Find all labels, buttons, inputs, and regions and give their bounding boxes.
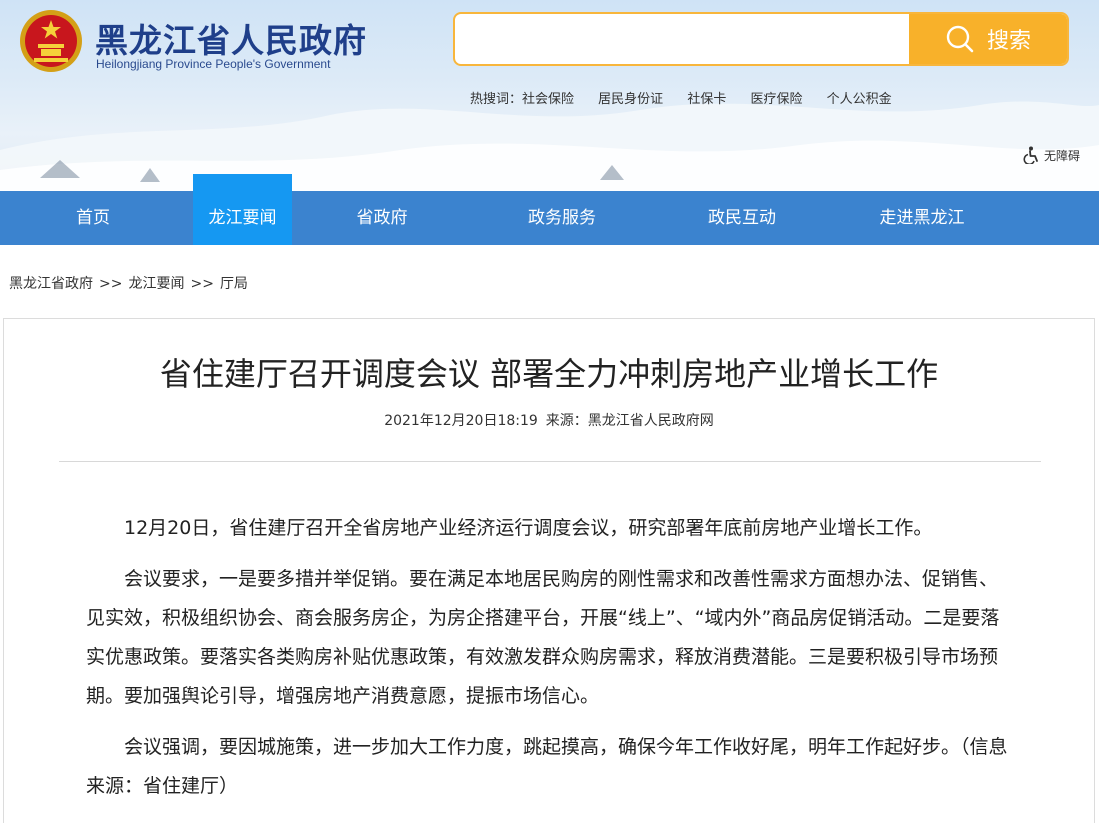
search-input[interactable] bbox=[455, 14, 911, 64]
breadcrumb-separator: >> bbox=[99, 276, 123, 292]
article-source: 来源：黑龙江省人民政府网 bbox=[545, 413, 714, 429]
search-box: 搜索 bbox=[453, 12, 1069, 66]
nav-item-interaction[interactable]: 政民互动 bbox=[687, 191, 797, 245]
header-banner: 黑龙江省人民政府 Heilongjiang Province People's … bbox=[0, 0, 1099, 191]
search-icon bbox=[946, 25, 974, 53]
national-emblem-icon bbox=[20, 10, 82, 72]
breadcrumb-link[interactable]: 龙江要闻 bbox=[128, 276, 184, 292]
hot-search-words: 热搜词：社会保险 居民身份证 社保卡 医疗保险 个人公积金 bbox=[470, 88, 912, 107]
hotwords-group: 热搜词：社会保险 bbox=[470, 92, 574, 107]
article-paragraph: 会议要求，一是要多措并举促销。要在满足本地居民购房的刚性需求和改善性需求方面想办… bbox=[86, 568, 1000, 707]
article-container: 省住建厅召开调度会议 部署全力冲刺房地产业增长工作 2021年12月20日18:… bbox=[3, 318, 1095, 823]
article-paragraph: 会议强调，要因城施策，进一步加大工作力度，跳起摸高，确保今年工作收好尾，明年工作… bbox=[86, 736, 1008, 797]
article-title: 省住建厅召开调度会议 部署全力冲刺房地产业增长工作 bbox=[159, 355, 939, 393]
nav-item-longjiang-news[interactable]: 龙江要闻 bbox=[193, 174, 292, 245]
nav-item-provincial-gov[interactable]: 省政府 bbox=[332, 191, 432, 245]
breadcrumb: 黑龙江省政府 >> 龙江要闻 >> 厅局 bbox=[9, 273, 248, 293]
search-button-label: 搜索 bbox=[986, 29, 1031, 54]
breadcrumb-link[interactable]: 厅局 bbox=[220, 276, 248, 292]
wheelchair-icon bbox=[1023, 146, 1038, 164]
nav-item-about-heilongjiang[interactable]: 走进黑龙江 bbox=[862, 191, 982, 245]
nav-item-home[interactable]: 首页 bbox=[43, 191, 143, 245]
main-nav: 首页 龙江要闻 省政府 政务服务 政民互动 走进黑龙江 bbox=[0, 174, 1099, 245]
hotword-link[interactable]: 社会保险 bbox=[522, 92, 574, 107]
hotword-link[interactable]: 医疗保险 bbox=[750, 92, 802, 107]
search-button[interactable]: 搜索 bbox=[909, 14, 1067, 64]
article-paragraph: 12月20日，省住建厅召开全省房地产业经济运行调度会议，研究部署年底前房地产业增… bbox=[124, 517, 933, 539]
hotword-link[interactable]: 居民身份证 bbox=[598, 92, 663, 107]
article-datetime: 2021年12月20日18:19 bbox=[384, 413, 538, 429]
site-logo-title[interactable]: 黑龙江省人民政府 bbox=[95, 14, 367, 62]
site-logo-subtitle: Heilongjiang Province People's Governmen… bbox=[96, 57, 331, 71]
divider bbox=[59, 461, 1041, 462]
hotword-link[interactable]: 个人公积金 bbox=[827, 92, 892, 107]
article-body: 12月20日，省住建厅召开全省房地产业经济运行调度会议，研究部署年底前房地产业增… bbox=[86, 509, 1016, 806]
breadcrumb-link[interactable]: 黑龙江省政府 bbox=[9, 276, 93, 292]
breadcrumb-separator: >> bbox=[190, 276, 214, 292]
hotwords-label: 热搜词： bbox=[470, 92, 523, 107]
accessibility-link[interactable]: 无障碍 bbox=[1023, 146, 1080, 164]
accessibility-label: 无障碍 bbox=[1044, 148, 1081, 163]
hotword-link[interactable]: 社保卡 bbox=[687, 92, 726, 107]
nav-item-gov-services[interactable]: 政务服务 bbox=[507, 191, 617, 245]
article-meta: 2021年12月20日18:19 来源：黑龙江省人民政府网 bbox=[4, 410, 1094, 430]
